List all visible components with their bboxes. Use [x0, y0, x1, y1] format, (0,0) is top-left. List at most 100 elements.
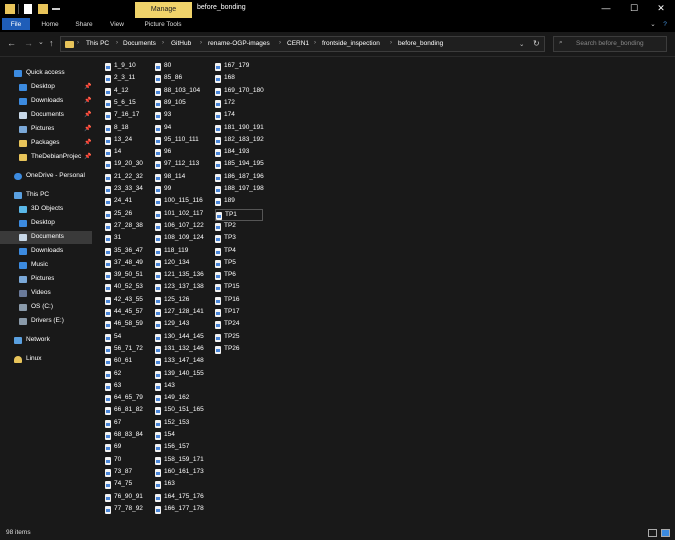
file-name: 70 — [114, 455, 122, 463]
image-file-icon — [155, 395, 161, 404]
sidebar-item-desktop[interactable]: Desktop 📌 — [0, 81, 92, 94]
file-name: 130_144_145 — [164, 332, 204, 340]
tab-file[interactable]: File — [2, 18, 30, 30]
sidebar-item-onedrive[interactable]: OneDrive - Personal — [0, 170, 92, 183]
file-name: 156_157 — [164, 443, 190, 451]
sidebar-item-3d-objects[interactable]: 3D Objects — [0, 203, 92, 216]
minimize-button[interactable]: — — [598, 3, 614, 13]
breadcrumb-documents[interactable]: Documents — [123, 40, 156, 47]
chevron-right-icon: › — [279, 40, 281, 46]
file-item[interactable]: TP1 — [215, 208, 263, 221]
linux-icon — [14, 356, 22, 363]
file-name: 1_9_10 — [114, 62, 136, 69]
image-file-icon — [105, 345, 111, 354]
breadcrumb-frontside-inspection[interactable]: frontside_inspection — [322, 40, 380, 47]
sidebar-item-downloads[interactable]: Downloads 📌 — [0, 95, 92, 108]
file-name: 35_36_47 — [114, 246, 143, 254]
new-folder-icon[interactable] — [38, 4, 48, 14]
manage-tab[interactable]: Manage — [135, 2, 192, 18]
back-button[interactable]: ← — [7, 38, 16, 48]
image-file-icon — [155, 75, 161, 84]
sidebar-item-drivers-e[interactable]: Drivers (E:) — [0, 315, 92, 328]
pin-icon: 📌 — [84, 140, 92, 146]
sidebar-item-downloads-pc[interactable]: Downloads — [0, 245, 92, 258]
image-file-icon — [215, 99, 221, 108]
breadcrumb-github[interactable]: GitHub — [171, 40, 191, 47]
up-button[interactable]: ↑ — [49, 38, 54, 48]
sidebar-item-this-pc[interactable]: This PC — [0, 189, 92, 202]
file-name: 118_119 — [164, 246, 189, 254]
sidebar-item-quick-access[interactable]: Quick access — [0, 67, 92, 80]
sidebar-item-documents[interactable]: Documents 📌 — [0, 109, 92, 122]
image-file-icon — [105, 173, 111, 182]
folder-icon — [5, 4, 15, 14]
properties-icon[interactable] — [24, 4, 32, 14]
image-file-icon — [215, 259, 221, 268]
file-name: 96 — [164, 148, 172, 156]
breadcrumb-this-pc[interactable]: This PC — [86, 40, 109, 47]
large-icons-view-button[interactable] — [661, 529, 670, 537]
video-icon — [19, 290, 27, 297]
image-file-icon — [105, 505, 111, 514]
image-file-icon — [155, 198, 161, 207]
close-button[interactable]: ✕ — [653, 3, 669, 14]
search-input[interactable]: Search before_bonding — [576, 40, 644, 47]
file-name: 174 — [224, 111, 235, 119]
image-file-icon — [155, 63, 161, 71]
music-icon — [19, 262, 27, 269]
breadcrumb-cern1[interactable]: CERN1 — [287, 40, 309, 47]
breadcrumb-before-bonding[interactable]: before_bonding — [398, 40, 443, 47]
address-bar[interactable]: › This PC › Documents › GitHub › rename-… — [60, 36, 545, 52]
search-box[interactable]: ⌕ Search before_bonding — [553, 36, 667, 52]
file-name: TP2 — [224, 221, 236, 229]
sidebar-item-videos[interactable]: Videos — [0, 287, 92, 300]
pin-icon: 📌 — [84, 98, 92, 104]
file-name: 186_187_196 — [224, 172, 264, 180]
breadcrumb-rename-ogp-images[interactable]: rename-OGP-images — [208, 40, 270, 47]
image-file-icon — [215, 284, 221, 293]
recent-locations-button[interactable]: ⌄ — [38, 38, 44, 46]
image-file-icon — [155, 358, 161, 367]
tab-view[interactable]: View — [104, 18, 130, 32]
refresh-button[interactable]: ↻ — [533, 39, 540, 48]
sidebar-item-documents-pc[interactable]: Documents — [0, 231, 92, 244]
forward-button[interactable]: → — [24, 38, 33, 48]
sidebar-item-desktop-pc[interactable]: Desktop — [0, 217, 92, 230]
sidebar-item-pictures[interactable]: Pictures 📌 — [0, 123, 92, 136]
image-file-icon — [155, 370, 161, 379]
customize-toolbar-icon[interactable] — [52, 8, 60, 10]
file-name: TP26 — [224, 344, 240, 352]
image-file-icon — [105, 481, 111, 490]
help-icon[interactable]: ? — [660, 18, 670, 32]
chevron-right-icon: › — [162, 40, 164, 46]
image-file-icon — [215, 75, 221, 84]
image-file-icon — [155, 87, 161, 96]
expand-ribbon-button[interactable]: ⌄ — [648, 18, 658, 32]
sidebar-item-thedebianproject[interactable]: TheDebianProjec 📌 — [0, 151, 92, 164]
image-file-icon — [105, 63, 111, 71]
image-file-icon — [105, 395, 111, 404]
navigation-bar: ← → ⌄ ↑ › This PC › Documents › GitHub ›… — [0, 32, 675, 57]
file-name: 24_41 — [114, 197, 133, 205]
sidebar-item-pictures-pc[interactable]: Pictures — [0, 273, 92, 286]
file-name: 39_50_51 — [114, 271, 143, 279]
tab-home[interactable]: Home — [36, 18, 64, 32]
image-file-icon — [155, 186, 161, 194]
image-file-icon — [105, 112, 111, 121]
window-title: before_bonding — [197, 4, 246, 11]
sidebar-item-os-c[interactable]: OS (C:) — [0, 301, 92, 314]
file-name: 63 — [114, 381, 122, 389]
image-file-icon — [155, 345, 161, 354]
tab-share[interactable]: Share — [70, 18, 98, 32]
sidebar-item-linux[interactable]: Linux — [0, 353, 92, 366]
details-view-button[interactable] — [648, 529, 657, 537]
sidebar-item-packages[interactable]: Packages 📌 — [0, 137, 92, 150]
image-file-icon — [105, 235, 111, 244]
sidebar-item-music[interactable]: Music — [0, 259, 92, 272]
file-name: 189 — [224, 197, 235, 205]
image-file-icon — [155, 222, 161, 231]
address-dropdown-button[interactable]: ⌄ — [519, 40, 524, 48]
maximize-button[interactable]: ☐ — [626, 3, 642, 14]
sidebar-item-network[interactable]: Network — [0, 334, 92, 347]
tab-picture-tools[interactable]: Picture Tools — [137, 18, 189, 32]
